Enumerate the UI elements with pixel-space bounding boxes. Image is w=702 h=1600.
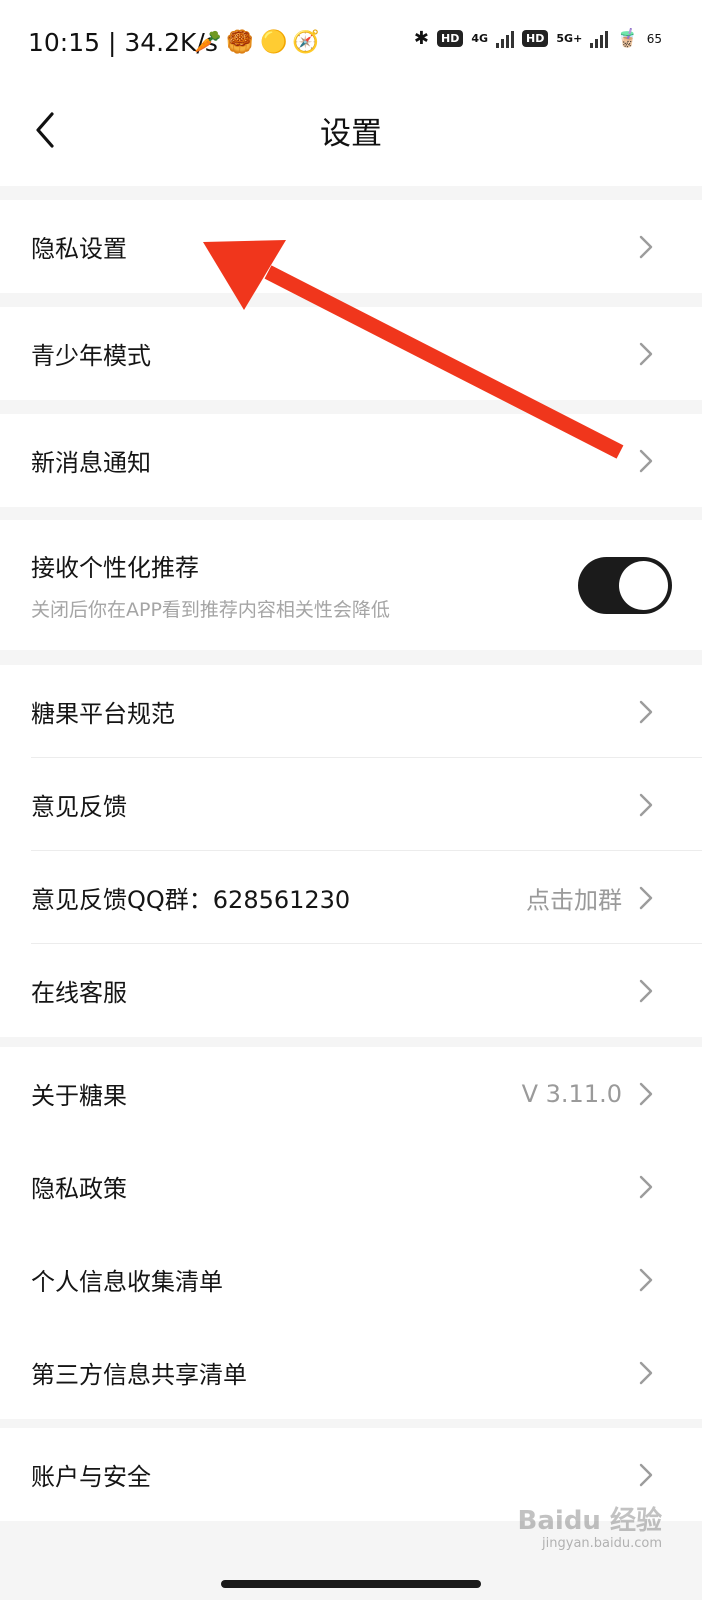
about-app-row[interactable]: 关于糖果 V 3.11.0 [0,1047,702,1140]
chevron-right-icon [639,1463,653,1486]
chevron-right-icon [639,1175,653,1198]
row-label: 在线客服 [31,979,127,1007]
chevron-right-icon [639,1268,653,1291]
chevron-right-icon [639,342,653,365]
version-value: V 3.11.0 [521,1079,622,1108]
battery-level: 65 [646,31,662,46]
food-sticker-icon: 🥮 [226,30,254,55]
status-bar: 10:15 | 34.2K/s 🥕 🥮 🟡 🧭 ✱ HD 4G HD 5G+ 🧋… [0,0,702,84]
row-label: 隐私政策 [31,1175,127,1203]
privacy-policy-row[interactable]: 隐私政策 [0,1140,702,1233]
about-group: 关于糖果 V 3.11.0 隐私政策 个人信息收集清单 第三方信息共享清单 [0,1047,702,1419]
personal-info-list-row[interactable]: 个人信息收集清单 [0,1233,702,1326]
chevron-right-icon [639,793,653,816]
feedback-qq-group-row[interactable]: 意见反馈QQ群：628561230 点击加群 [0,851,702,944]
join-group-link[interactable]: 点击加群 [526,880,622,915]
network-5g-label: 5G+ [556,32,583,45]
home-indicator [221,1580,481,1588]
personalized-recommendation-row: 接收个性化推荐 关闭后你在APP看到推荐内容相关性会降低 [0,520,702,650]
privacy-group: 隐私设置 [0,200,702,293]
nav-bar: 设置 [0,84,702,186]
chevron-right-icon [639,1361,653,1384]
baidu-watermark: Baidu 经验 [517,1506,662,1536]
network-4g-label: 4G [471,32,489,45]
notification-group: 新消息通知 [0,414,702,507]
sticker-icon: 🟡 [260,30,288,55]
watermark-url: jingyan.baidu.com [542,1536,662,1551]
hd-badge-2: HD [522,30,549,47]
status-indicators: ✱ HD 4G HD 5G+ 🧋 65 [414,28,662,49]
teen-mode-row[interactable]: 青少年模式 [0,307,702,400]
signal-icon [496,30,515,48]
chevron-right-icon [639,235,653,258]
bluetooth-icon: ✱ [413,28,430,49]
row-label: 账户与安全 [31,1463,151,1491]
row-subtitle: 关闭后你在APP看到推荐内容相关性会降低 [31,599,390,621]
carrot-sticker-icon: 🥕 [194,30,222,55]
row-label: 接收个性化推荐 [31,554,199,582]
hd-badge: HD [437,30,464,47]
row-label: 关于糖果 [31,1082,127,1110]
page-title: 设置 [320,116,382,152]
row-label: 糖果平台规范 [31,700,175,728]
row-label: 青少年模式 [31,342,151,370]
status-time: 10:15 | 34.2K/s [28,28,218,57]
row-label: 意见反馈QQ群：628561230 [31,886,351,914]
row-label: 意见反馈 [31,793,127,821]
info-group: 糖果平台规范 意见反馈 意见反馈QQ群：628561230 点击加群 在线客服 [0,665,702,1037]
signal-icon-2 [590,30,609,48]
teen-mode-group: 青少年模式 [0,307,702,400]
platform-rules-row[interactable]: 糖果平台规范 [0,665,702,758]
row-label: 第三方信息共享清单 [31,1361,247,1389]
recommendation-toggle[interactable] [578,557,672,614]
third-party-sharing-row[interactable]: 第三方信息共享清单 [0,1326,702,1419]
row-label: 隐私设置 [31,235,127,263]
privacy-settings-row[interactable]: 隐私设置 [0,200,702,293]
row-label: 新消息通知 [31,449,151,477]
chevron-right-icon [639,886,653,909]
row-label: 个人信息收集清单 [31,1268,223,1296]
recommendation-group: 接收个性化推荐 关闭后你在APP看到推荐内容相关性会降低 [0,520,702,650]
chevron-right-icon [639,700,653,723]
online-support-row[interactable]: 在线客服 [0,944,702,1037]
compass-sticker-icon: 🧭 [292,30,320,55]
toggle-knob [619,561,668,610]
feedback-row[interactable]: 意见反馈 [0,758,702,851]
chevron-right-icon [639,449,653,472]
chevron-right-icon [639,979,653,1002]
battery-sticker-icon: 🧋 [616,28,639,49]
chevron-right-icon [639,1082,653,1105]
new-message-notification-row[interactable]: 新消息通知 [0,414,702,507]
